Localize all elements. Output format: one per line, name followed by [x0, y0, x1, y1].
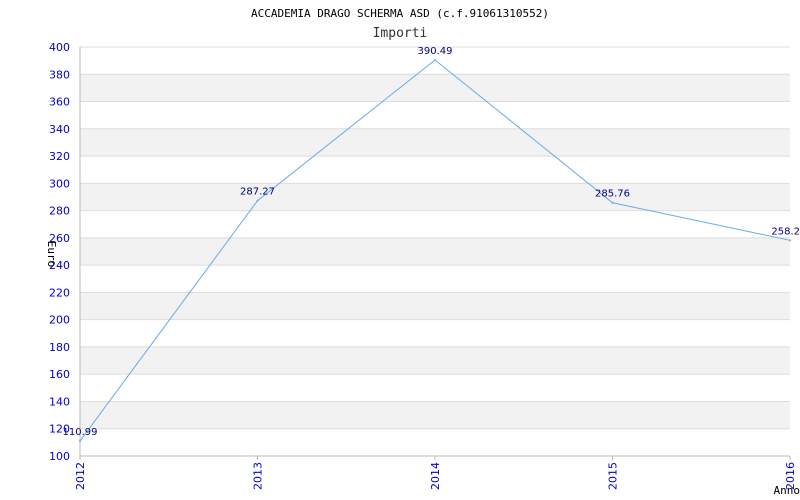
data-label: 287.27	[240, 187, 275, 198]
y-tick-label: 200	[49, 314, 70, 327]
y-tick-label: 300	[49, 177, 70, 190]
y-tick-label: 180	[49, 341, 70, 354]
line-chart: ACCADEMIA DRAGO SCHERMA ASD (c.f.9106131…	[45, 7, 800, 497]
data-label: 285.76	[595, 189, 630, 200]
data-point	[79, 440, 81, 443]
chart-title: ACCADEMIA DRAGO SCHERMA ASD (c.f.9106131…	[251, 7, 549, 20]
data-point	[611, 201, 614, 204]
x-tick-label: 2014	[429, 462, 442, 490]
x-tick-labels: 2012 2013 2014 2015 2016	[74, 462, 797, 490]
grid-band	[80, 237, 790, 266]
y-tick-label: 340	[49, 123, 70, 136]
y-tick-label: 360	[49, 96, 70, 109]
grid-band	[80, 346, 790, 375]
y-tick-label: 220	[49, 286, 70, 299]
grid-band	[80, 183, 790, 211]
data-point	[256, 199, 259, 202]
y-tick-label: 280	[49, 205, 70, 218]
y-tick-label: 100	[49, 450, 70, 463]
x-tick-label: 2013	[252, 462, 265, 490]
y-tick-label: 400	[49, 41, 70, 54]
y-tick-label: 140	[49, 395, 70, 408]
data-point	[789, 239, 791, 242]
chart-subtitle: Importi	[373, 26, 428, 41]
x-axis-label: Anno	[774, 484, 800, 497]
grid-band	[80, 401, 790, 429]
x-tick-label: 2012	[74, 462, 87, 490]
y-tick-label: 380	[49, 68, 70, 81]
y-tick-label: 320	[49, 150, 70, 163]
plot-bands	[80, 74, 790, 429]
grid-band	[80, 74, 790, 102]
y-axis-label: Euro	[45, 241, 58, 268]
data-point	[434, 58, 436, 61]
data-label: 258.2	[771, 226, 800, 237]
grid-band	[80, 128, 790, 157]
data-label: 110.99	[63, 427, 98, 438]
y-tick-label: 160	[49, 368, 70, 381]
data-label: 390.49	[418, 46, 453, 57]
x-tick-label: 2015	[607, 462, 620, 490]
